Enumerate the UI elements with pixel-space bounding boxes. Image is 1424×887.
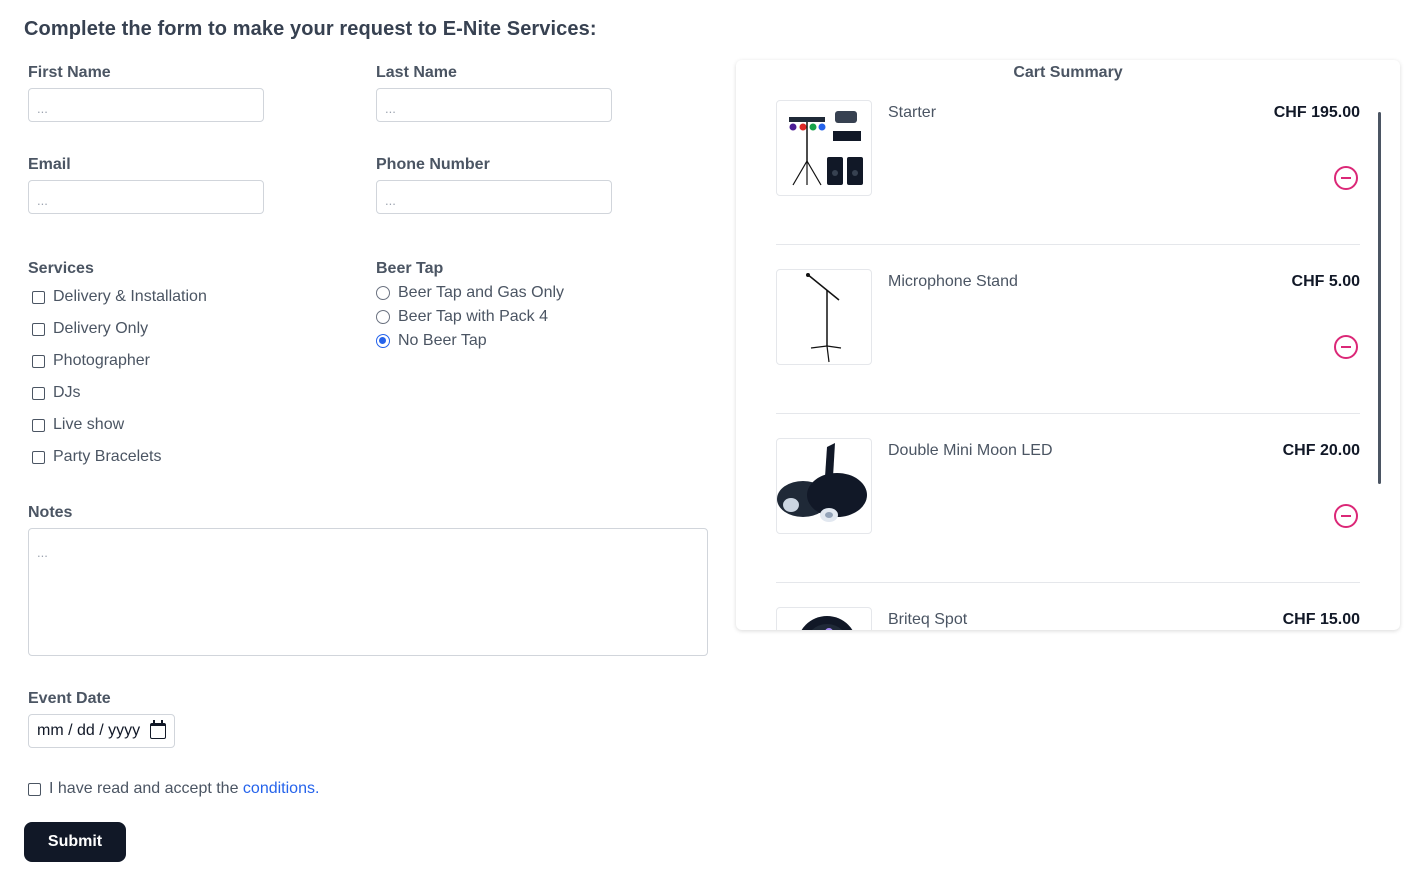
dj-lighting-set-image bbox=[789, 111, 863, 186]
cart-summary-panel: Cart Summary Starter CHF 195.00 Micropho… bbox=[736, 60, 1400, 630]
submit-button[interactable]: Submit bbox=[24, 822, 126, 862]
microphone-stand-image bbox=[806, 273, 842, 363]
service-option-label: Photographer bbox=[53, 352, 150, 369]
radio-button-selected[interactable] bbox=[376, 334, 390, 348]
service-option-delivery-only[interactable]: Delivery Only bbox=[32, 313, 207, 345]
remove-item-icon[interactable] bbox=[1334, 335, 1358, 359]
beer-tap-options: Beer Tap and Gas Only Beer Tap with Pack… bbox=[376, 281, 564, 353]
beer-tap-option-label: Beer Tap with Pack 4 bbox=[398, 308, 549, 325]
phone-input[interactable] bbox=[376, 180, 612, 214]
accept-conditions-row: I have read and accept the conditions. bbox=[28, 780, 319, 798]
service-option-delivery-installation[interactable]: Delivery & Installation bbox=[32, 281, 207, 313]
cart-scrollbar[interactable] bbox=[1378, 112, 1381, 484]
checkbox[interactable] bbox=[32, 354, 45, 368]
conditions-link[interactable]: conditions. bbox=[243, 780, 320, 797]
checkbox[interactable] bbox=[32, 322, 45, 336]
service-option-live-show[interactable]: Live show bbox=[32, 409, 207, 441]
cart-item-price: CHF 15.00 bbox=[1282, 611, 1360, 628]
service-option-label: Party Bracelets bbox=[53, 448, 162, 465]
cart-item-name: Starter bbox=[888, 104, 937, 121]
led-par-spot-image bbox=[801, 616, 853, 630]
cart-item: Briteq Spot CHF 15.00 bbox=[776, 607, 1360, 630]
service-option-label: Live show bbox=[53, 416, 125, 433]
service-option-label: Delivery & Installation bbox=[53, 288, 207, 305]
cart-item: Microphone Stand CHF 5.00 bbox=[776, 269, 1360, 414]
service-option-djs[interactable]: DJs bbox=[32, 377, 207, 409]
service-option-party-bracelets[interactable]: Party Bracelets bbox=[32, 441, 207, 473]
checkbox[interactable] bbox=[32, 450, 45, 464]
remove-item-icon[interactable] bbox=[1334, 504, 1358, 528]
accept-conditions-label: I have read and accept the bbox=[49, 780, 243, 797]
cart-item-price: CHF 195.00 bbox=[1273, 104, 1360, 121]
cart-item-image-starter bbox=[776, 100, 872, 196]
event-date-input[interactable]: mm / dd / yyyy bbox=[28, 714, 175, 748]
checkbox[interactable] bbox=[32, 418, 45, 432]
beer-tap-label: Beer Tap bbox=[376, 260, 444, 277]
cart-item-image-microphone-stand bbox=[776, 269, 872, 365]
beer-tap-option-label: No Beer Tap bbox=[398, 332, 487, 349]
cart-item-name: Briteq Spot bbox=[888, 611, 968, 628]
service-option-label: Delivery Only bbox=[53, 320, 149, 337]
cart-item-name: Microphone Stand bbox=[888, 273, 1018, 290]
cart-item-name: Double Mini Moon LED bbox=[888, 442, 1053, 459]
checkbox[interactable] bbox=[32, 386, 45, 400]
event-date-value: mm / dd / yyyy bbox=[37, 722, 141, 739]
service-option-label: DJs bbox=[53, 384, 81, 401]
cart-item-price: CHF 5.00 bbox=[1291, 273, 1360, 290]
email-input[interactable] bbox=[28, 180, 264, 214]
email-label: Email bbox=[28, 156, 71, 173]
service-option-photographer[interactable]: Photographer bbox=[32, 345, 207, 377]
beer-tap-option-label: Beer Tap and Gas Only bbox=[398, 284, 565, 301]
remove-item-icon[interactable] bbox=[1334, 166, 1358, 190]
phone-label: Phone Number bbox=[376, 156, 490, 173]
checkbox[interactable] bbox=[32, 290, 45, 304]
cart-item-price: CHF 20.00 bbox=[1282, 442, 1360, 459]
cart-item-image-double-mini-moon-led bbox=[776, 438, 872, 534]
page-title: Complete the form to make your request t… bbox=[24, 18, 597, 40]
beer-tap-option-none[interactable]: No Beer Tap bbox=[376, 329, 564, 353]
beer-tap-option-gas-only[interactable]: Beer Tap and Gas Only bbox=[376, 281, 564, 305]
cart-summary-title: Cart Summary bbox=[1013, 64, 1123, 81]
event-date-label: Event Date bbox=[28, 690, 111, 707]
notes-label: Notes bbox=[28, 504, 73, 521]
cart-item-list: Starter CHF 195.00 Microphone Stand CHF … bbox=[776, 100, 1360, 630]
first-name-input[interactable] bbox=[28, 88, 264, 122]
last-name-input[interactable] bbox=[376, 88, 612, 122]
accept-conditions-checkbox[interactable] bbox=[28, 782, 41, 796]
double-moon-led-image bbox=[777, 443, 867, 522]
calendar-icon[interactable] bbox=[150, 720, 166, 739]
cart-item-image-briteq-spot bbox=[776, 607, 872, 630]
cart-item: Double Mini Moon LED CHF 20.00 bbox=[776, 438, 1360, 583]
first-name-label: First Name bbox=[28, 64, 111, 81]
radio-button[interactable] bbox=[376, 310, 390, 324]
cart-item: Starter CHF 195.00 bbox=[776, 100, 1360, 245]
services-list: Delivery & Installation Delivery Only Ph… bbox=[32, 281, 207, 473]
beer-tap-option-pack-4[interactable]: Beer Tap with Pack 4 bbox=[376, 305, 564, 329]
accept-conditions-text: I have read and accept the conditions. bbox=[49, 780, 319, 798]
last-name-label: Last Name bbox=[376, 64, 457, 81]
services-label: Services bbox=[28, 260, 94, 277]
radio-button[interactable] bbox=[376, 286, 390, 300]
notes-textarea[interactable] bbox=[28, 528, 708, 656]
